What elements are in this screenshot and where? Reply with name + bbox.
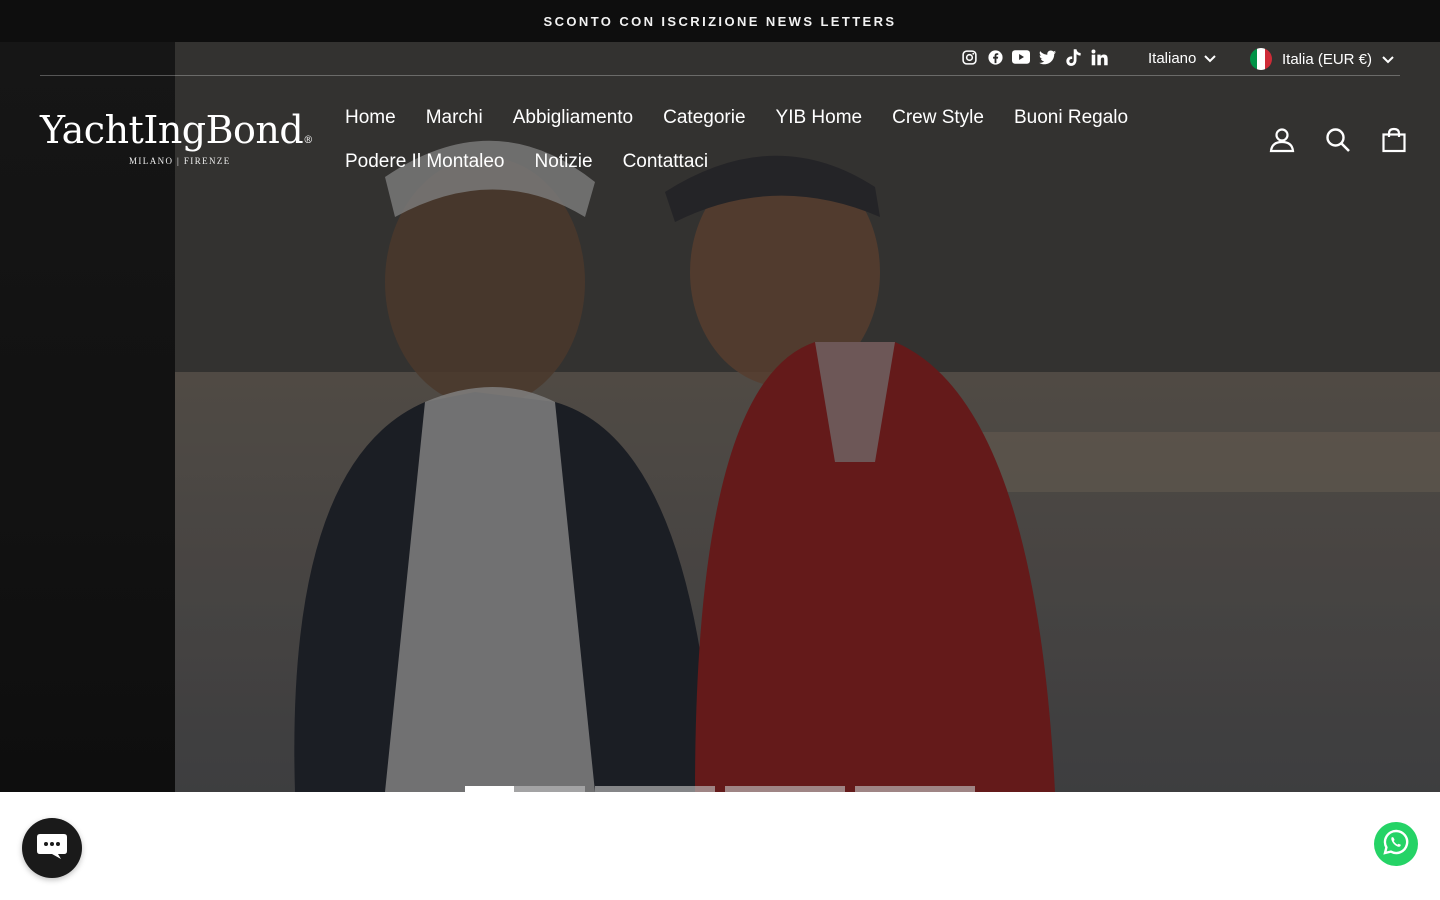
nav-item-abbigliamento[interactable]: Abbigliamento	[513, 96, 633, 140]
search-icon[interactable]	[1322, 124, 1354, 156]
slide-indicator-4[interactable]	[855, 786, 975, 792]
account-icon[interactable]	[1266, 124, 1298, 156]
chevron-down-icon	[1204, 50, 1217, 67]
nav-item-podere-il-montaleo[interactable]: Podere Il Montaleo	[345, 140, 505, 184]
instagram-icon[interactable]	[960, 48, 978, 66]
announcement-bar: SCONTO CON ISCRIZIONE NEWS LETTERS	[0, 0, 1440, 42]
site-logo[interactable]: YachtIngBond® MILANO | FIRENZE	[40, 108, 315, 168]
slide-indicator-3[interactable]	[725, 786, 845, 792]
language-selector[interactable]: Italiano	[1148, 50, 1217, 67]
slide-indicator-2[interactable]	[595, 786, 715, 792]
twitter-icon[interactable]	[1038, 48, 1056, 66]
nav-item-marchi[interactable]: Marchi	[426, 96, 483, 140]
whatsapp-button[interactable]	[1374, 822, 1418, 866]
slide-indicator-1[interactable]	[465, 786, 585, 792]
logo-tagline: MILANO | FIRENZE	[129, 156, 231, 166]
logo-wordmark: YachtIngBond®	[40, 108, 315, 163]
slider-progress	[465, 786, 975, 792]
chevron-down-icon	[1382, 51, 1394, 68]
italy-flag-icon	[1250, 48, 1272, 70]
chat-icon	[36, 832, 68, 865]
logo-name: YachtIngBond	[40, 108, 304, 152]
utility-bar: Italiano Italia (EUR €)	[40, 42, 1400, 76]
cart-icon[interactable]	[1378, 124, 1410, 156]
nav-item-crew-style[interactable]: Crew Style	[892, 96, 984, 140]
nav-item-buoni-regalo[interactable]: Buoni Regalo	[1014, 96, 1128, 140]
language-selected: Italiano	[1148, 50, 1197, 67]
linkedin-icon[interactable]	[1090, 48, 1108, 66]
nav-item-notizie[interactable]: Notizie	[535, 140, 593, 184]
youtube-icon[interactable]	[1012, 48, 1030, 66]
nav-item-categorie[interactable]: Categorie	[663, 96, 745, 140]
main-nav: Home Marchi Abbigliamento Categorie YIB …	[345, 96, 1165, 184]
currency-selector[interactable]: Italia (EUR €)	[1250, 48, 1394, 70]
tiktok-icon[interactable]	[1064, 48, 1082, 66]
announcement-text[interactable]: SCONTO CON ISCRIZIONE NEWS LETTERS	[544, 14, 897, 29]
currency-selected: Italia (EUR €)	[1282, 50, 1373, 68]
chat-button[interactable]	[22, 818, 82, 878]
registered-mark: ®	[303, 135, 313, 146]
nav-item-home[interactable]: Home	[345, 96, 396, 140]
nav-item-yib-home[interactable]: YIB Home	[776, 96, 863, 140]
facebook-icon[interactable]	[986, 48, 1004, 66]
nav-item-contattaci[interactable]: Contattaci	[623, 140, 709, 184]
whatsapp-icon	[1382, 828, 1410, 861]
social-links	[960, 48, 1108, 66]
header-actions	[1266, 124, 1410, 156]
